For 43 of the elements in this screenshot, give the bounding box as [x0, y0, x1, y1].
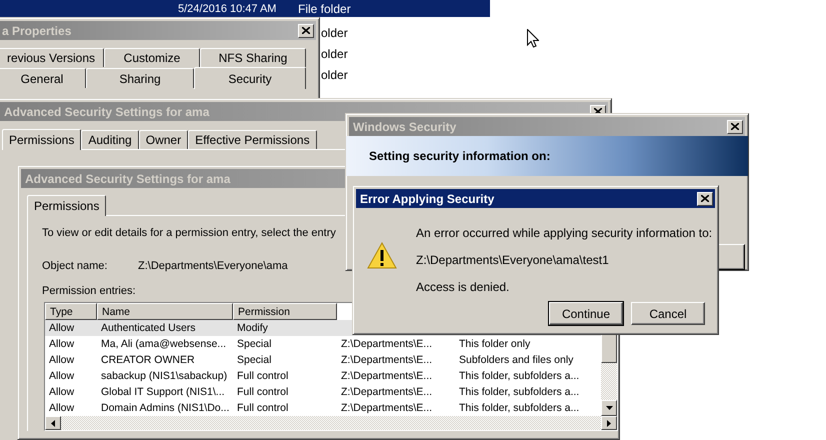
file-type: File folder	[298, 2, 351, 16]
error-message: Z:\Departments\Everyone\ama\test1	[416, 253, 610, 267]
table-cell-text: Special	[236, 337, 272, 352]
table-cell-text: This folder, subfolders a...	[458, 369, 580, 384]
table-cell-text: sabackup (NIS1\sabackup)	[100, 369, 228, 384]
table-cell-text: Full control	[236, 369, 290, 384]
table-cell-text: This folder, subfolders a...	[458, 401, 580, 416]
table-cell-text: Allow	[48, 401, 76, 416]
field-label: Permission entries:	[42, 285, 136, 297]
table-cell-text: Allow	[48, 321, 76, 336]
table-cell-text: Domain Admins (NIS1\Do...	[100, 401, 230, 416]
window-title: Windows Security	[353, 120, 458, 134]
table-cell-text: Allow	[48, 353, 76, 368]
error-message: An error occurred while applying security information to:	[416, 226, 712, 240]
error-message: Access is denied.	[416, 280, 510, 294]
table-cell-text: CREATOR OWNER	[100, 353, 196, 368]
instructions-text: To view or edit details for a permission entry, select the entry	[42, 227, 336, 239]
banner-heading: Setting security information on:	[346, 136, 748, 176]
table-cell-text: Global IT Support (NIS1\...	[100, 385, 226, 400]
window-title: Advanced Security Settings for ama	[25, 172, 232, 186]
table-cell-text: Allow	[48, 369, 76, 384]
table-cell-text: Modify	[236, 321, 269, 336]
field-label: Object name:	[42, 260, 108, 272]
table-cell-text: This folder only	[458, 337, 532, 352]
window-title: Error Applying Security	[360, 192, 496, 206]
table-cell-text: Z:\Departments\E...	[340, 385, 434, 400]
table-cell-text: Authenticated Users	[100, 321, 197, 336]
table-cell-text: Z:\Departments\E...	[340, 401, 434, 416]
table-cell-text: Z:\Departments\E...	[340, 337, 434, 352]
table-cell-text: Allow	[48, 385, 76, 400]
table-cell-text: Allow	[48, 337, 76, 352]
table-cell-text: This folder, subfolders a...	[458, 385, 580, 400]
date-modified: 5/24/2016 10:47 AM	[178, 2, 278, 14]
table-cell-text: Special	[236, 353, 272, 368]
table-cell-text: Z:\Departments\E...	[340, 353, 434, 368]
table-cell-text: Subfolders and files only	[458, 353, 574, 368]
window-title: a Properties	[2, 24, 72, 38]
table-cell-text: Z:\Departments\E...	[340, 369, 434, 384]
table-cell-text: Full control	[236, 401, 290, 416]
table-cell-text: Full control	[236, 385, 290, 400]
table-cell-text: Ma, Ali (ama@websense...	[100, 337, 228, 352]
window-title: Advanced Security Settings for ama	[4, 104, 210, 118]
object-name: Z:\Departments\Everyone\ama	[138, 260, 288, 272]
